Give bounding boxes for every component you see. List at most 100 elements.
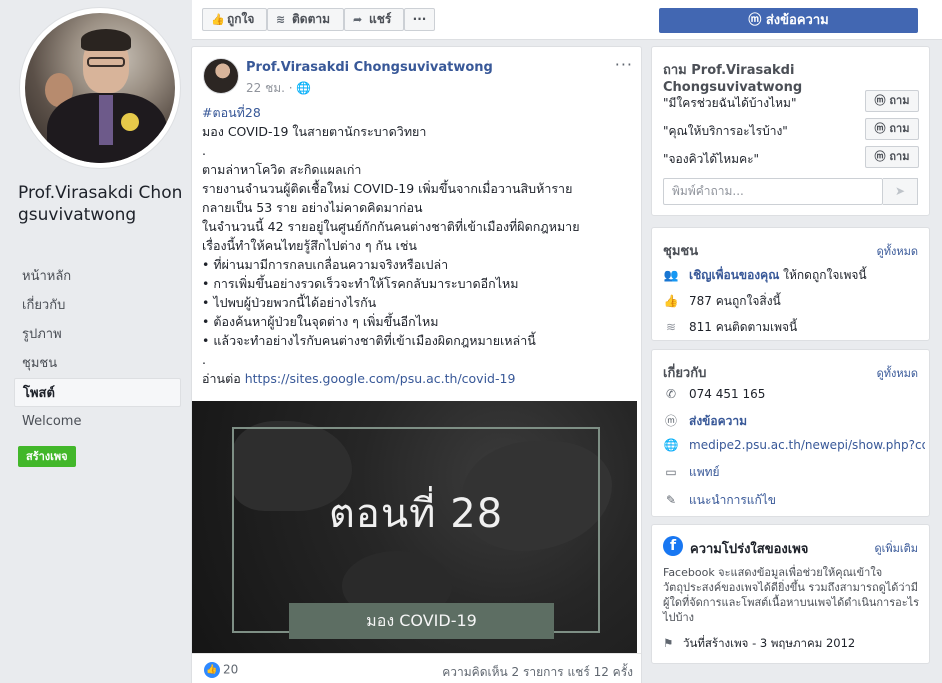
like-reaction-icon: 👍: [204, 662, 220, 678]
nav-item-home[interactable]: หน้าหลัก: [14, 262, 181, 291]
post-line: .: [202, 352, 206, 367]
post-author-name[interactable]: Prof.Virasakdi Chongsuvivatwong: [246, 60, 493, 75]
suggested-question: "จองคิวได้ไหมคะ": [663, 152, 760, 166]
page-name[interactable]: Prof.Virasakdi Chongsuvivatwong: [18, 182, 183, 226]
profile-photo: [25, 13, 175, 163]
post-line: • ที่ผ่านมามีการกลบเกลื่อนความจริงหรือเป…: [202, 257, 449, 272]
send-message-button[interactable]: ⓜ ส่งข้อความ: [659, 8, 918, 33]
page-transparency-card: f ความโปร่งใสของเพจ ดูเพิ่มเติม Facebook…: [651, 524, 930, 664]
messenger-icon: ⓜ: [664, 414, 677, 428]
ask-question-row: "มีใครช่วยฉันได้บ้างไหม" ⓜ ถาม: [663, 90, 919, 112]
question-input[interactable]: พิมพ์คำถาม...: [663, 178, 883, 205]
post-options-button[interactable]: ···: [615, 55, 633, 74]
post-line: ในจำนวนนี้ 42 รายอยู่ในศูนย์กักกันคนต่าง…: [202, 219, 580, 234]
ask-button[interactable]: ⓜ ถาม: [865, 90, 919, 112]
post-line: ตามล่าหาโควิด สะกิดแผลเก่า: [202, 162, 362, 177]
ask-button[interactable]: ⓜ ถาม: [865, 146, 919, 168]
read-more-link[interactable]: https://sites.google.com/psu.ac.th/covid…: [245, 371, 516, 386]
about-card: เกี่ยวกับ ดูทั้งหมด ✆ 074 451 165 ⓜ ส่งข้อ…: [651, 349, 930, 517]
rss-icon: ≋: [276, 13, 286, 26]
post-line: • การเพิ่มขึ้นอย่างรวดเร็วจะทำให้โรคกลับ…: [202, 276, 519, 291]
nav-item-community[interactable]: ชุมชน: [14, 349, 181, 378]
suggested-question: "มีใครช่วยฉันได้บ้างไหม": [663, 96, 797, 110]
post-hashtag[interactable]: #ตอนที่28: [202, 103, 632, 122]
post-line: • ไปพบผู้ป่วยพวกนี้ได้อย่างไรกัน: [202, 295, 377, 310]
more-options-button[interactable]: ···: [404, 8, 435, 31]
post-line: เรื่องนี้ทำให้คนไทยรู้สึกไปต่าง ๆ กัน เช…: [202, 238, 417, 253]
pencil-icon: ✎: [665, 493, 677, 507]
messenger-icon: ⓜ: [748, 13, 766, 28]
post-footer: 👍 20 ความคิดเห็น 2 รายการ แชร์ 12 ครั้ง: [192, 653, 641, 683]
facebook-logo-icon: f: [663, 536, 683, 556]
phone-row: ✆ 074 451 165: [663, 387, 925, 407]
image-title: ตอนที่ 28: [328, 491, 504, 537]
post-line: รายงานจำนวนผู้ติดเชื้อใหม่ COVID-19 เพิ่…: [202, 181, 573, 196]
ask-question-row: "จองคิวได้ไหมคะ" ⓜ ถาม: [663, 146, 919, 168]
messenger-icon: ⓜ: [874, 150, 890, 163]
invite-friends-row: 👥 เชิญเพื่อนของคุณ ให้กดถูกใจเพจนี้: [663, 268, 867, 282]
post-card: Prof.Virasakdi Chongsuvivatwong 22 ชม. ·…: [191, 46, 642, 683]
globe-icon: 🌐: [296, 81, 312, 95]
rss-icon: ≋: [665, 320, 677, 334]
post-timestamp[interactable]: 22 ชม. · 🌐: [246, 79, 311, 98]
like-button[interactable]: 👍 ถูกใจ: [202, 8, 267, 31]
page-nav: หน้าหลัก เกี่ยวกับ รูปภาพ ชุมชน โพสต์ We…: [14, 262, 181, 436]
send-arrow-icon[interactable]: ➤: [883, 178, 918, 205]
community-card: ชุมชน ดูทั้งหมด 👥 เชิญเพื่อนของคุณ ให้กดถ…: [651, 227, 930, 341]
about-send-message-link[interactable]: ส่งข้อความ: [689, 414, 747, 428]
ask-card: ถาม Prof.Virasakdi Chongsuvivatwong "มีใ…: [651, 46, 930, 216]
community-title: ชุมชน: [663, 244, 699, 259]
post-line: .: [202, 143, 206, 158]
post-image[interactable]: ตอนที่ 28 มอง COVID-19: [192, 401, 637, 653]
phone-icon: ✆: [665, 387, 677, 401]
website-link[interactable]: medipe2.psu.ac.th/newepi/show.php?con: [689, 438, 925, 452]
website-row: 🌐 medipe2.psu.ac.th/newepi/show.php?con: [663, 438, 925, 458]
nav-item-about[interactable]: เกี่ยวกับ: [14, 291, 181, 320]
post-line: • ต้องค้นหาผู้ป่วยในจุดต่าง ๆ เพิ่มขึ้นอ…: [202, 314, 439, 329]
share-icon: ➦: [353, 13, 363, 26]
thumbs-up-icon: 👍: [211, 13, 225, 26]
ask-question-row: "คุณให้บริการอะไรบ้าง" ⓜ ถาม: [663, 118, 919, 140]
category-row: ▭ แพทย์: [663, 463, 925, 483]
about-see-all[interactable]: ดูทั้งหมด: [877, 364, 918, 382]
page-created-date: ⚑ วันที่สร้างเพจ - 3 พฤษภาคม 2012: [663, 636, 856, 650]
community-see-all[interactable]: ดูทั้งหมด: [877, 242, 918, 260]
category-icon: ▭: [665, 465, 677, 479]
transparency-description: Facebook จะแสดงข้อมูลเพื่อช่วยให้คุณเข้า…: [663, 566, 920, 624]
follow-button[interactable]: ≋ ติดตาม: [267, 8, 344, 31]
post-line: กลายเป็น 53 ราย อย่างไม่คาดคิดมาก่อน: [202, 200, 423, 215]
nav-item-posts[interactable]: โพสต์: [14, 378, 181, 407]
invite-friends-link[interactable]: เชิญเพื่อนของคุณ: [689, 268, 779, 282]
share-button[interactable]: ➦ แชร์: [344, 8, 404, 31]
category-link[interactable]: แพทย์: [689, 465, 720, 479]
page-action-bar: 👍 ถูกใจ ≋ ติดตาม ➦ แชร์ ··· ⓜ ส่งข้อความ: [192, 0, 942, 40]
comments-shares-count[interactable]: ความคิดเห็น 2 รายการ แชร์ 12 ครั้ง: [442, 663, 633, 682]
transparency-title: ความโปร่งใสของเพจ: [690, 542, 809, 557]
post-line: มอง COVID-19 ในสายตานักระบาดวิทยา: [202, 124, 427, 139]
nav-item-welcome[interactable]: Welcome: [14, 407, 181, 436]
left-column: Prof.Virasakdi Chongsuvivatwong หน้าหลัก…: [0, 0, 190, 683]
image-banner: มอง COVID-19: [289, 603, 554, 639]
profile-picture[interactable]: [20, 8, 180, 168]
nav-item-photos[interactable]: รูปภาพ: [14, 320, 181, 349]
messenger-icon: ⓜ: [874, 94, 890, 107]
suggested-question: "คุณให้บริการอะไรบ้าง": [663, 124, 788, 138]
suggest-edit-link[interactable]: แนะนำการแก้ไข: [689, 493, 776, 507]
thumbs-up-icon: 👍: [663, 294, 679, 308]
post-author-avatar[interactable]: [203, 58, 239, 94]
flag-icon: ⚑: [663, 636, 674, 650]
suggest-edit-row: ✎ แนะนำการแก้ไข: [663, 491, 925, 511]
post-line: • แล้วจะทำอย่างไรกับคนต่างชาติที่เข้าเมื…: [202, 333, 536, 348]
ask-button[interactable]: ⓜ ถาม: [865, 118, 919, 140]
globe-icon: 🌐: [663, 438, 679, 452]
post-text: #ตอนที่28 มอง COVID-19 ในสายตานักระบาดวิ…: [202, 103, 632, 388]
people-icon: 👥: [663, 268, 679, 282]
reaction-count[interactable]: 👍 20: [204, 662, 238, 678]
about-title: เกี่ยวกับ: [663, 366, 707, 381]
create-page-button[interactable]: สร้างเพจ: [18, 446, 76, 467]
message-row: ⓜ ส่งข้อความ: [663, 412, 925, 432]
followers-row: ≋ 811 คนติดตามเพจนี้: [663, 318, 923, 338]
read-more-line: อ่านต่อ https://sites.google.com/psu.ac.…: [202, 371, 516, 386]
transparency-see-more[interactable]: ดูเพิ่มเติม: [874, 539, 918, 557]
likes-row: 👍 787 คนถูกใจสิ่งนี้: [663, 294, 781, 308]
